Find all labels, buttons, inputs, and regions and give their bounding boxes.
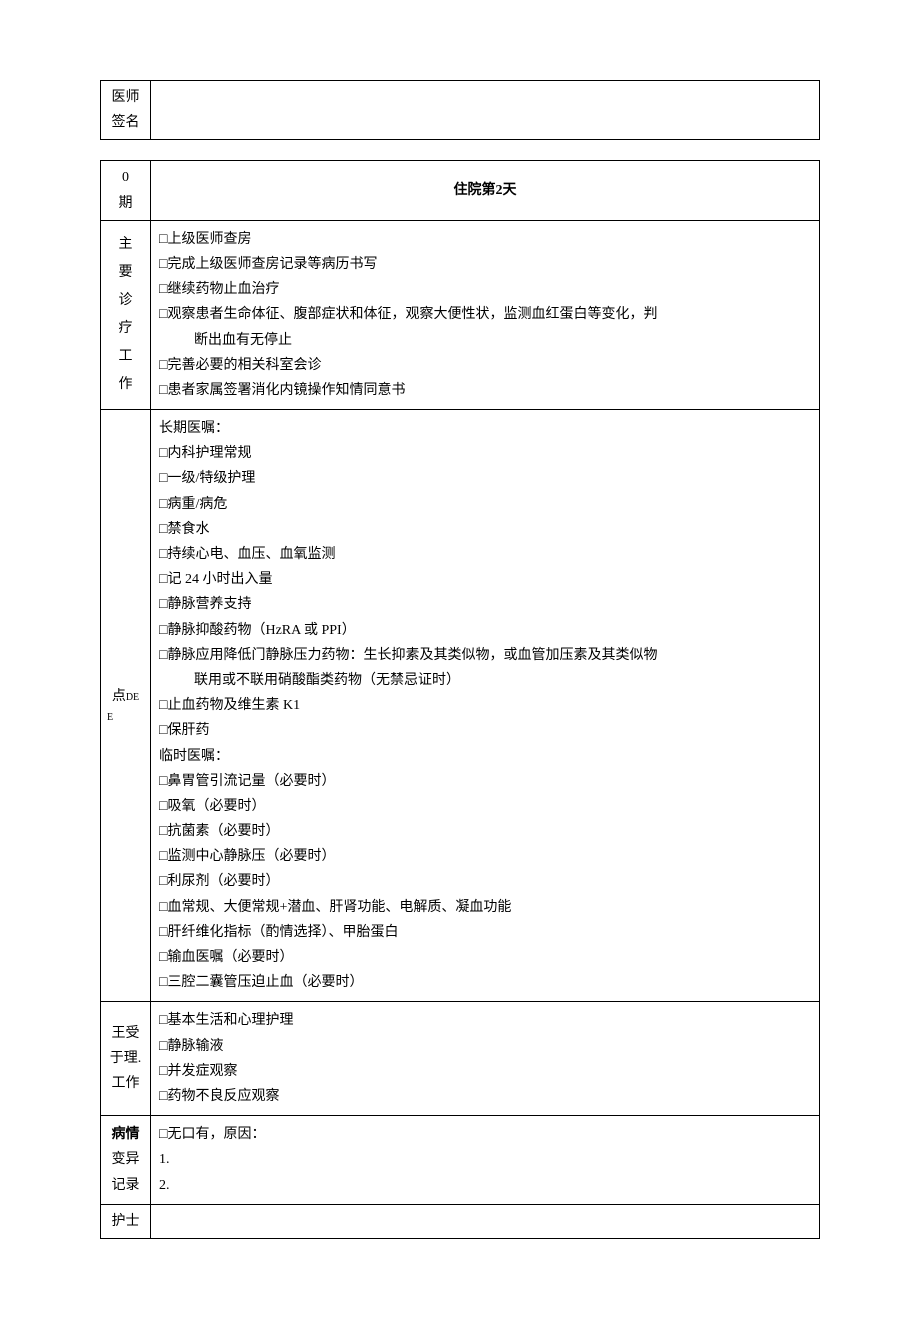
nursing-content-cell: □基本生活和心理护理 □静脉输液 □并发症观察 □药物不良反应观察 [151, 1002, 820, 1116]
doctor-signature-cell [151, 81, 820, 140]
work-label-cell: 主要诊疗工作 [101, 220, 151, 409]
order-item: □三腔二囊管压迫止血（必要时） [159, 970, 811, 995]
nursing-item: □并发症观察 [159, 1059, 811, 1084]
order-item: □禁食水 [159, 517, 811, 542]
order-item: □一级/特级护理 [159, 466, 811, 491]
work-item: □观察患者生命体征、腹部症状和体征，观察大便性状，监测血红蛋白等变化，判 [159, 302, 811, 327]
variance-item: 2. [159, 1173, 811, 1198]
order-item: □鼻胃管引流记量（必要时） [159, 769, 811, 794]
order-item: □利尿剂（必要时） [159, 869, 811, 894]
nursing-item: □药物不良反应观察 [159, 1084, 811, 1109]
work-content-cell: □上级医师查房 □完成上级医师查房记录等病历书写 □继续药物止血治疗 □观察患者… [151, 220, 820, 409]
work-item: □上级医师查房 [159, 227, 811, 252]
work-item: □继续药物止血治疗 [159, 277, 811, 302]
order-item: □肝纤维化指标（酌情选择）、甲胎蛋白 [159, 920, 811, 945]
orders-label-sub2: E [107, 709, 113, 727]
variance-label-rest: 变异 记录 [112, 1152, 140, 1192]
order-item: □吸氧（必要时） [159, 794, 811, 819]
nursing-item: □基本生活和心理护理 [159, 1008, 811, 1033]
doctor-signature-label: 医师 签名 [101, 81, 151, 140]
nursing-label-cell: 王受 于理. 工作 [101, 1002, 151, 1116]
order-item: □持续心电、血压、血氧监测 [159, 542, 811, 567]
variance-item: □无口有，原因： [159, 1122, 811, 1147]
order-item: □静脉应用降低门静脉压力药物：生长抑素及其类似物，或血管加压素及其类似物 [159, 643, 811, 668]
orders-label-1: 点 [112, 689, 126, 704]
day-header-suffix: 天 [503, 183, 517, 198]
orders-label-sub1: DE [126, 692, 139, 703]
day-number: 2 [496, 183, 503, 198]
temp-header: 临时医嘱： [159, 744, 811, 769]
order-item: □输血医嘱（必要时） [159, 945, 811, 970]
date-label-cell: 0 期 [101, 161, 151, 220]
nursing-item: □静脉输液 [159, 1034, 811, 1059]
nurse-label-cell: 护士 [101, 1204, 151, 1238]
orders-content-cell: 长期医嘱： □内科护理常规 □一级/特级护理 □病重/病危 □禁食水 □持续心电… [151, 410, 820, 1002]
variance-item: 1. [159, 1147, 811, 1172]
order-item: □病重/病危 [159, 492, 811, 517]
order-item: □抗菌素（必要时） [159, 819, 811, 844]
order-item: □静脉营养支持 [159, 592, 811, 617]
signature-table: 医师 签名 [100, 80, 820, 140]
order-item: □静脉抑酸药物（HzRA 或 PPI） [159, 618, 811, 643]
order-item: □记 24 小时出入量 [159, 567, 811, 592]
order-item: □监测中心静脉压（必要时） [159, 844, 811, 869]
long-term-header: 长期医嘱： [159, 416, 811, 441]
work-label-text: 主要诊疗工作 [119, 231, 133, 399]
work-item: □患者家属签署消化内镜操作知情同意书 [159, 378, 811, 403]
day-header-prefix: 住院第 [454, 183, 496, 198]
order-item: □止血药物及维生素 K1 [159, 693, 811, 718]
orders-label-cell: 点DE E [101, 410, 151, 1002]
day-header-cell: 住院第2天 [151, 161, 820, 220]
variance-label-cell: 病情 变异 记录 [101, 1116, 151, 1205]
work-item-indent: 断出血有无停止 [159, 328, 811, 353]
work-item: □完成上级医师查房记录等病历书写 [159, 252, 811, 277]
order-item: □内科护理常规 [159, 441, 811, 466]
order-item-indent: 联用或不联用硝酸酯类药物（无禁忌证时） [159, 668, 811, 693]
variance-label-bold: 病情 [112, 1127, 140, 1142]
order-item: □保肝药 [159, 718, 811, 743]
variance-content-cell: □无口有，原因： 1. 2. [151, 1116, 820, 1205]
nurse-content-cell [151, 1204, 820, 1238]
day2-table: 0 期 住院第2天 主要诊疗工作 □上级医师查房 □完成上级医师查房记录等病历书… [100, 160, 820, 1239]
work-item: □完善必要的相关科室会诊 [159, 353, 811, 378]
order-item: □血常规、大便常规+潜血、肝肾功能、电解质、凝血功能 [159, 895, 811, 920]
